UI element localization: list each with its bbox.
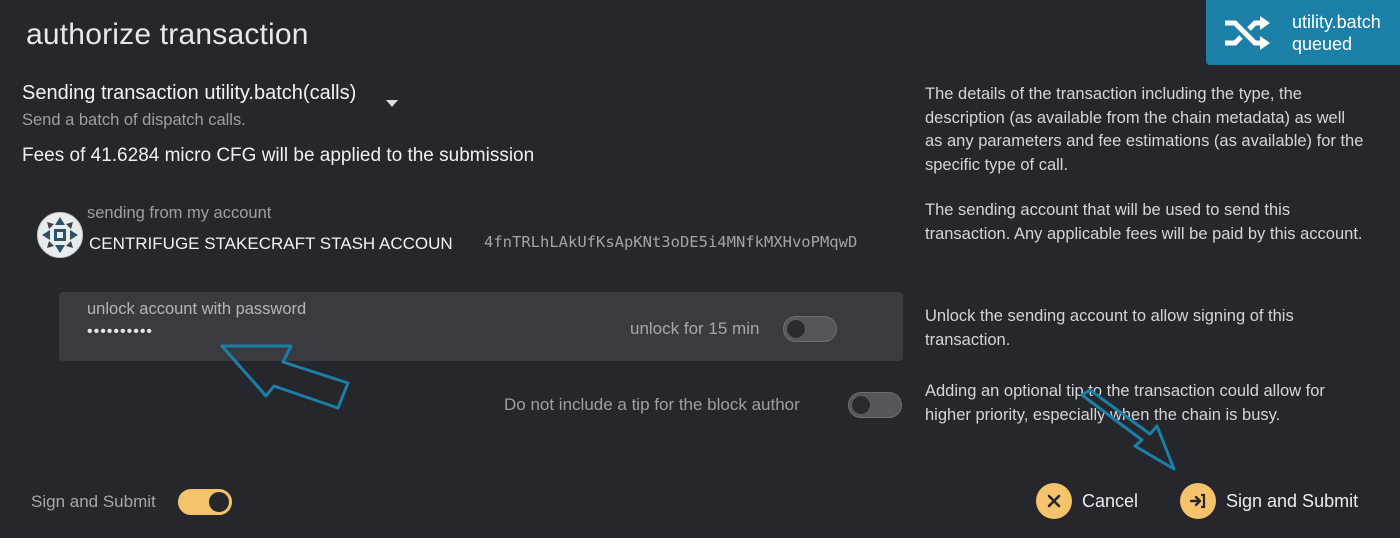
cancel-label: Cancel: [1082, 490, 1139, 511]
annotation-arrows: [220, 344, 1176, 471]
account-identicon: [37, 212, 83, 258]
password-label: unlock account with password: [87, 300, 307, 318]
toggle-knob: [209, 492, 229, 512]
toggle-knob: [786, 319, 806, 339]
toggle-knob: [851, 395, 871, 415]
fees-info: Fees of 41.6284 micro CFG will be applie…: [22, 145, 535, 166]
account-name[interactable]: CENTRIFUGE STAKECRAFT STASH ACCOUN: [89, 234, 453, 254]
sign-in-icon: [1180, 483, 1216, 519]
call-description: Send a batch of dispatch calls.: [22, 111, 246, 129]
help-unlock: Unlock the sending account to allow sign…: [925, 307, 1294, 349]
tip-toggle[interactable]: [848, 392, 902, 418]
help-details: The details of the transaction including…: [925, 85, 1364, 174]
account-address: 4fnTRLhLAkUfKsApKNt3oDE5i4MNfkMXHvoPMqwD: [484, 233, 858, 251]
help-tip: Adding an optional tip to the transactio…: [925, 382, 1325, 424]
queued-notification[interactable]: utility.batch queued: [1206, 0, 1400, 65]
help-account: The sending account that will be used to…: [925, 201, 1363, 243]
sign-and-submit-label: Sign and Submit: [1226, 490, 1359, 511]
unlock-duration-label: unlock for 15 min: [630, 319, 760, 338]
submit-mode-label: Sign and Submit: [31, 492, 156, 511]
password-input[interactable]: ••••••••••: [87, 323, 153, 341]
unlock-duration-toggle[interactable]: [783, 316, 837, 342]
submit-mode-toggle[interactable]: [178, 489, 232, 515]
cancel-button[interactable]: Cancel: [1036, 483, 1138, 519]
chevron-down-icon[interactable]: [386, 100, 398, 107]
shuffle-icon: [1225, 15, 1270, 50]
notification-method: utility.batch: [1292, 11, 1381, 32]
notification-text: utility.batch queued: [1292, 11, 1381, 55]
tip-toggle-label: Do not include a tip for the block autho…: [504, 395, 800, 414]
notification-status: queued: [1292, 33, 1353, 54]
call-heading: Sending transaction utility.batch(calls): [22, 82, 357, 104]
modal-title: authorize transaction: [26, 18, 309, 51]
sign-and-submit-button[interactable]: Sign and Submit: [1180, 483, 1358, 519]
close-icon: [1036, 483, 1072, 519]
from-account-label: sending from my account: [87, 204, 272, 222]
